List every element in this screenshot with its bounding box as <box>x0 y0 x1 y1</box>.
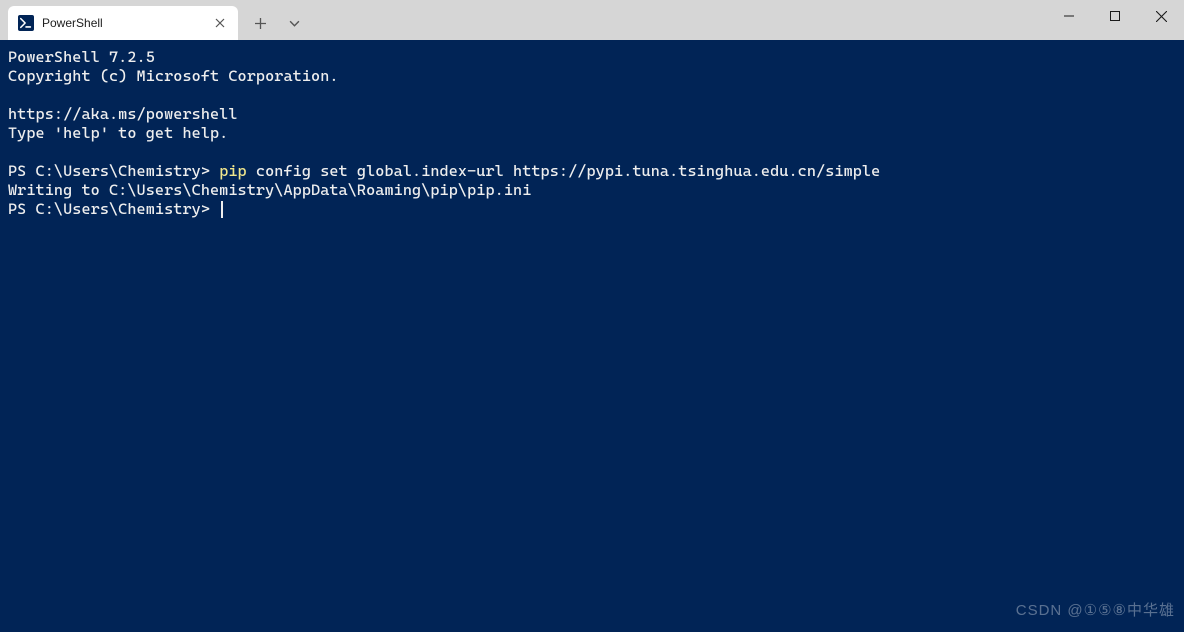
watermark: CSDN @①⑤⑧中华雄 <box>1016 599 1175 620</box>
output-line: Type 'help' to get help. <box>8 124 228 142</box>
close-tab-button[interactable] <box>212 15 228 31</box>
command-keyword: pip <box>219 162 247 180</box>
output-line: PowerShell 7.2.5 <box>8 48 155 66</box>
tab-title: PowerShell <box>42 16 204 30</box>
close-window-button[interactable] <box>1138 0 1184 32</box>
powershell-icon <box>18 15 34 31</box>
terminal-output[interactable]: PowerShell 7.2.5 Copyright (c) Microsoft… <box>0 40 1184 227</box>
command-args: config set global.index-url https://pypi… <box>247 162 881 180</box>
titlebar: PowerShell <box>0 0 1184 40</box>
new-tab-button[interactable] <box>244 8 276 38</box>
output-line: Copyright (c) Microsoft Corporation. <box>8 67 339 85</box>
prompt: PS C:\Users\Chemistry> <box>8 200 219 218</box>
terminal-tab[interactable]: PowerShell <box>8 6 238 40</box>
tab-dropdown-button[interactable] <box>278 8 310 38</box>
cursor <box>221 201 223 218</box>
tab-actions <box>244 6 310 40</box>
window-controls <box>1046 0 1184 32</box>
output-line: https://aka.ms/powershell <box>8 105 238 123</box>
minimize-button[interactable] <box>1046 0 1092 32</box>
maximize-button[interactable] <box>1092 0 1138 32</box>
prompt: PS C:\Users\Chemistry> <box>8 162 219 180</box>
output-line: Writing to C:\Users\Chemistry\AppData\Ro… <box>8 181 531 199</box>
